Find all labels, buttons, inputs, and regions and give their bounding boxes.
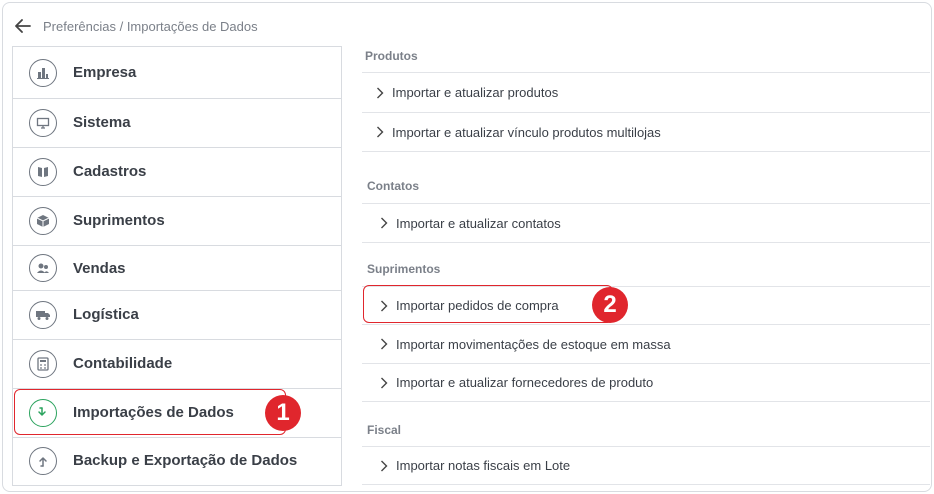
option-importar-notas-fiscais-lote[interactable]: Importar notas fiscais em Lote — [362, 446, 930, 485]
truck-icon — [29, 301, 57, 329]
users-icon — [29, 254, 57, 282]
chevron-right-icon — [376, 87, 388, 99]
arrow-left-icon[interactable] — [15, 18, 31, 34]
menu-item-empresa[interactable]: Empresa — [13, 47, 341, 99]
menu-label: Sistema — [73, 114, 131, 131]
box-icon — [29, 207, 57, 235]
section-title-fiscal: Fiscal — [367, 423, 402, 437]
chevron-right-icon — [380, 217, 392, 229]
menu-item-suprimentos[interactable]: Suprimentos — [13, 197, 341, 246]
option-label: Importar e atualizar vínculo produtos mu… — [392, 124, 661, 140]
menu-item-vendas[interactable]: Vendas — [13, 246, 341, 291]
export-icon — [29, 447, 57, 475]
option-importar-contatos[interactable]: Importar e atualizar contatos — [362, 203, 930, 243]
chevron-right-icon — [376, 126, 388, 138]
step-badge-2: 2 — [592, 287, 628, 323]
chevron-right-icon — [380, 338, 392, 350]
menu-label: Logística — [73, 306, 139, 323]
menu-item-backup[interactable]: Backup e Exportação de Dados — [13, 438, 341, 485]
menu-label: Vendas — [73, 260, 126, 277]
section-title-suprimentos: Suprimentos — [367, 262, 441, 276]
option-importar-vinculo-multilojas[interactable]: Importar e atualizar vínculo produtos mu… — [362, 112, 930, 152]
menu-label: Cadastros — [73, 163, 147, 180]
option-importar-movimentacoes-estoque[interactable]: Importar movimentações de estoque em mas… — [362, 324, 930, 363]
monitor-icon — [29, 109, 57, 137]
menu-label: Importações de Dados — [73, 404, 234, 421]
breadcrumb: Preferências / Importações de Dados — [15, 15, 258, 37]
option-importar-fornecedores-produto[interactable]: Importar e atualizar fornecedores de pro… — [362, 363, 930, 402]
option-label: Importar pedidos de compra — [396, 298, 559, 313]
option-label: Importar e atualizar contatos — [396, 215, 561, 231]
menu-item-sistema[interactable]: Sistema — [13, 99, 341, 148]
chevron-right-icon — [380, 300, 392, 312]
step-badge-1: 1 — [265, 395, 301, 431]
option-label: Importar e atualizar fornecedores de pro… — [396, 375, 654, 390]
option-label: Importar movimentações de estoque em mas… — [396, 336, 671, 352]
option-label: Importar e atualizar produtos — [392, 85, 559, 100]
import-icon — [29, 399, 57, 427]
chevron-right-icon — [380, 377, 392, 389]
section-title-contatos: Contatos — [367, 179, 419, 193]
book-icon — [29, 158, 57, 186]
option-importar-pedidos-compra[interactable]: Importar pedidos de compra — [362, 286, 930, 324]
menu-item-logistica[interactable]: Logística — [13, 291, 341, 340]
menu-label: Backup e Exportação de Dados — [73, 452, 298, 469]
building-icon — [29, 59, 57, 87]
menu-label: Empresa — [73, 64, 137, 81]
menu-item-cadastros[interactable]: Cadastros — [13, 148, 341, 197]
section-title-produtos: Produtos — [365, 49, 418, 63]
menu-label: Contabilidade — [73, 355, 173, 372]
calculator-icon — [29, 350, 57, 378]
option-importar-produtos[interactable]: Importar e atualizar produtos — [362, 72, 930, 112]
option-label: Importar notas fiscais em Lote — [396, 458, 571, 473]
menu-item-contabilidade[interactable]: Contabilidade — [13, 340, 341, 389]
menu-label: Suprimentos — [73, 212, 165, 229]
chevron-right-icon — [380, 460, 392, 472]
breadcrumb-text: Preferências / Importações de Dados — [43, 18, 258, 34]
